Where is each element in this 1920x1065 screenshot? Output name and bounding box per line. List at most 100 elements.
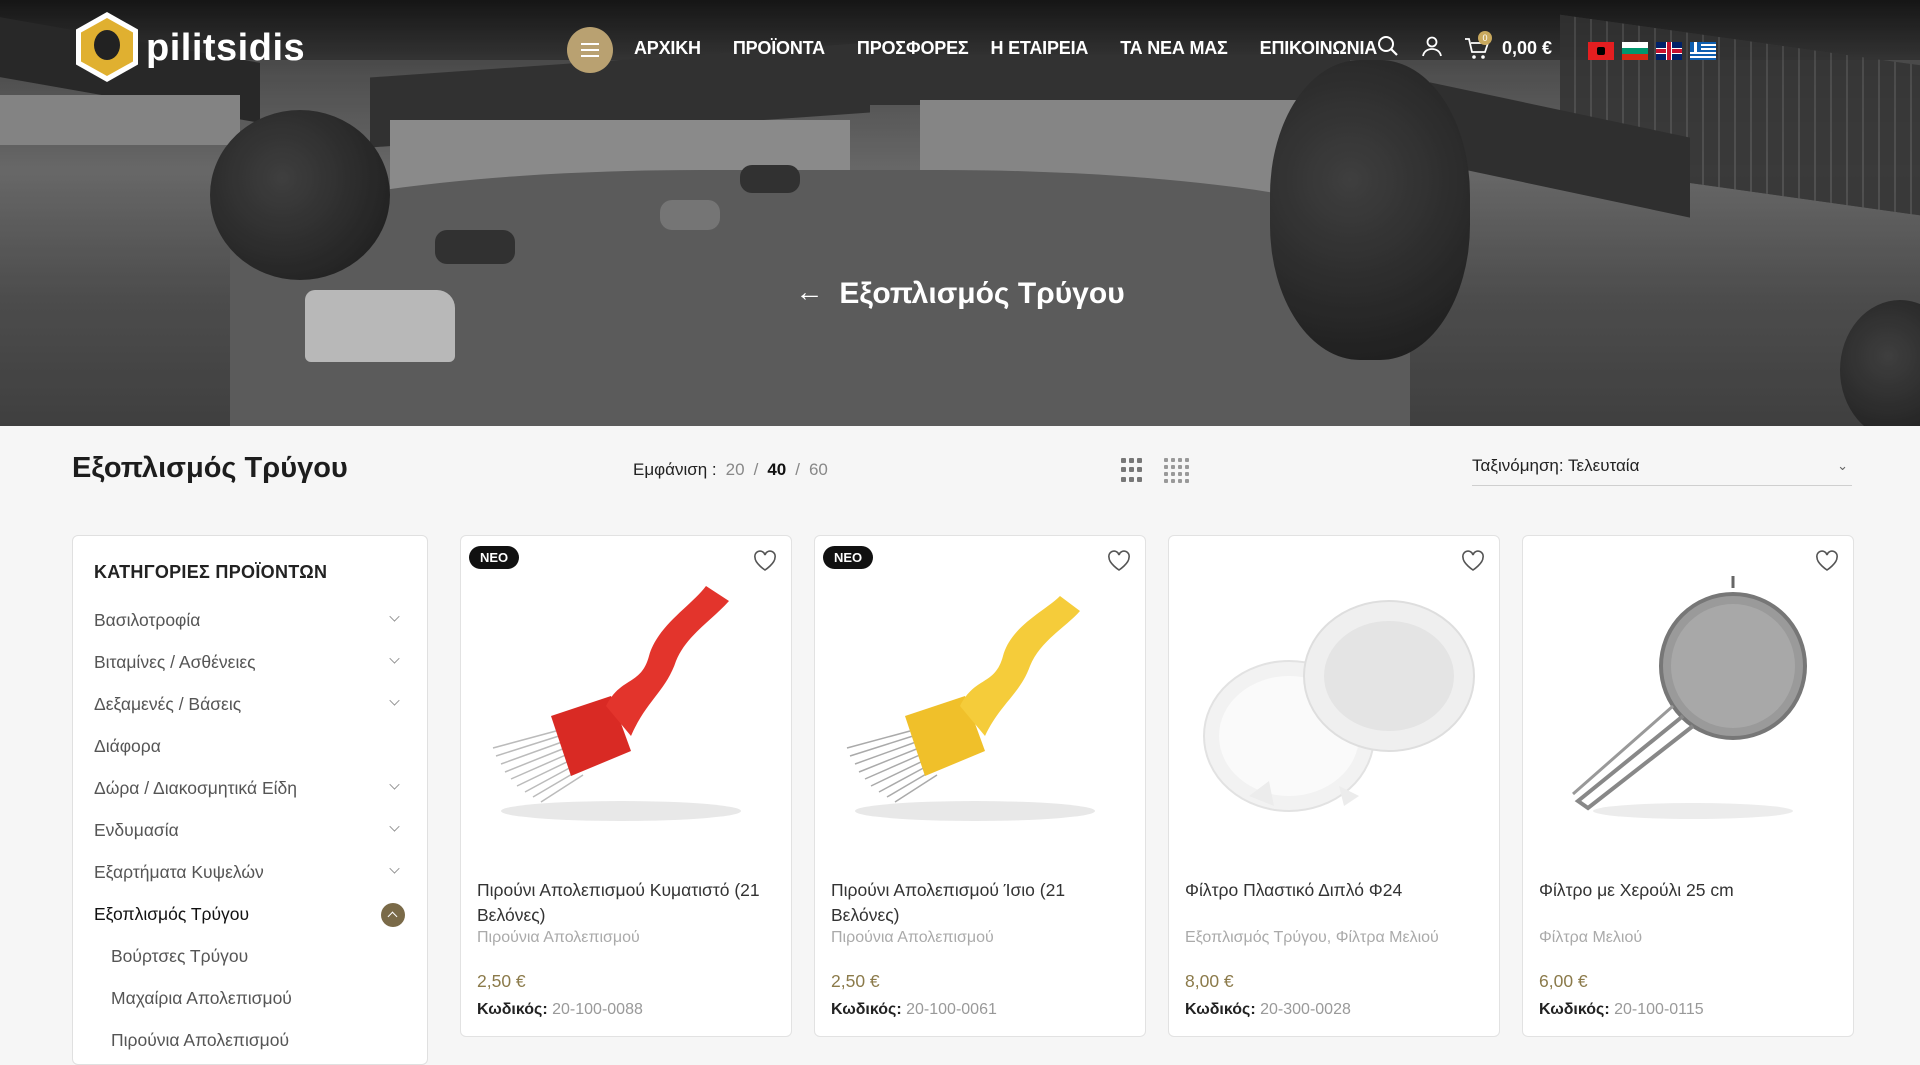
category-label: Δώρα / Διακοσμητικά Είδη	[94, 777, 297, 798]
chevron-down-icon[interactable]	[389, 695, 400, 706]
category-label: Βασιλοτροφία	[94, 609, 201, 630]
per-page-40[interactable]: 40	[767, 460, 786, 480]
language-switcher	[1588, 42, 1716, 60]
category-item-active[interactable]: Εξοπλισμός Τρύγου	[94, 893, 405, 935]
category-label: Εξαρτήματα Κυψελών	[94, 861, 264, 882]
per-page-label: Εμφάνιση :	[633, 460, 717, 479]
category-label: Διάφορα	[94, 735, 161, 756]
category-label: Βιταμίνες / Ασθένειες	[94, 651, 256, 672]
product-code: Κωδικός: 20-100-0115	[1539, 1001, 1704, 1019]
chevron-down-icon[interactable]	[389, 821, 400, 832]
product-category[interactable]: Εξοπλισμός Τρύγου, Φίλτρα Μελιού	[1185, 929, 1439, 947]
product-price: 2,50 €	[477, 971, 526, 991]
hero-title-text: Εξοπλισμός Τρύγου	[839, 277, 1125, 310]
uncapping-fork-wavy-red-image	[492, 586, 741, 821]
nav-home[interactable]: ΑΡΧΙΚΗ	[634, 38, 701, 59]
product-code-value: 20-100-0088	[552, 1001, 643, 1018]
category-item[interactable]: Βιταμίνες / Ασθένειες	[94, 641, 405, 683]
site-header: pilitsidis ΑΡΧΙΚΗ ΠΡΟΪΟΝΤΑ ΠΡΟΣΦΟΡΕΣ Η Ε…	[0, 0, 1920, 100]
cart-total: 0,00 €	[1502, 38, 1553, 58]
user-account-icon[interactable]	[1420, 34, 1444, 63]
product-code: Κωδικός: 20-100-0061	[831, 1001, 997, 1019]
bulgarian-flag-icon[interactable]	[1622, 42, 1648, 60]
product-category[interactable]: Πιρούνια Απολεπισμού	[831, 929, 994, 947]
nav-company[interactable]: Η ΕΤΑΙΡΕΙΑ	[991, 38, 1089, 59]
sort-select[interactable]: Ταξινόμηση: Τελευταία ⌄	[1472, 456, 1852, 486]
subcategory-label: Βούρτσες Τρύγου	[111, 945, 249, 966]
chevron-down-icon[interactable]	[389, 653, 400, 664]
product-price: 8,00 €	[1185, 971, 1234, 991]
albanian-flag-icon[interactable]	[1588, 42, 1614, 60]
bee-logo-icon	[72, 8, 142, 88]
product-name[interactable]: Φίλτρο με Χερούλι 25 cm	[1539, 878, 1839, 903]
chevron-down-icon[interactable]	[389, 611, 400, 622]
categories-sidebar: ΚΑΤΗΓΟΡΙΕΣ ΠΡΟΪΟΝΤΩΝ Βασιλοτροφία Βιταμί…	[72, 535, 428, 1065]
product-name[interactable]: Πιρούνι Απολεπισμού Ίσιο (21 Βελόνες)	[831, 878, 1131, 928]
chevron-down-icon[interactable]	[389, 779, 400, 790]
search-icon[interactable]	[1376, 34, 1400, 63]
category-label: Εξοπλισμός Τρύγου	[94, 903, 250, 924]
subcategory-label: Μαχαίρια Απολεπισμού	[111, 987, 292, 1008]
chevron-up-icon[interactable]	[381, 903, 405, 927]
product-card[interactable]: ΝΕΟ Πιρούνι Απολεπισμού Κυματιστό (21 Βε…	[460, 535, 792, 1037]
separator: /	[795, 460, 800, 479]
category-label: Ενδυμασία	[94, 819, 179, 840]
subcategory-item[interactable]: Βούρτσες Τρύγου	[94, 935, 405, 977]
product-category[interactable]: Φίλτρα Μελιού	[1539, 929, 1642, 947]
logo[interactable]: pilitsidis	[72, 8, 305, 88]
product-card[interactable]: Φίλτρο Πλαστικό Διπλό Φ24 Εξοπλισμός Τρύ…	[1168, 535, 1500, 1037]
subcategory-item[interactable]: Μαχαίρια Απολεπισμού	[94, 977, 405, 1019]
product-code-label: Κωδικός:	[831, 1001, 902, 1018]
plastic-double-filter-image	[1203, 600, 1475, 812]
per-page-60[interactable]: 60	[809, 460, 828, 480]
per-page-20[interactable]: 20	[726, 460, 745, 480]
grid-4-columns-icon[interactable]	[1164, 458, 1189, 483]
uncapping-fork-straight-yellow-image	[846, 596, 1095, 821]
nav-products[interactable]: ΠΡΟΪΟΝΤΑ	[733, 38, 825, 59]
grid-view-toggles	[1121, 458, 1189, 483]
subcategory-item[interactable]: Πιρούνια Απολεπισμού	[94, 1019, 405, 1061]
hamburger-menu-button[interactable]	[567, 27, 613, 73]
subcategory-label: Πιρούνια Απολεπισμού	[111, 1029, 290, 1050]
product-code-label: Κωδικός:	[477, 1001, 548, 1018]
product-name[interactable]: Πιρούνι Απολεπισμού Κυματιστό (21 Βελόνε…	[477, 878, 777, 928]
greek-flag-icon[interactable]	[1690, 42, 1716, 60]
strainer-with-handle-image	[1572, 576, 1807, 819]
product-code-value: 20-100-0061	[906, 1001, 997, 1018]
category-item[interactable]: Διάφορα	[94, 725, 405, 767]
product-card[interactable]: ΝΕΟ Πιρούνι Απολεπισμού Ίσιο (21 Βελόνες…	[814, 535, 1146, 1037]
cart-button[interactable]: 0 0,00 €	[1464, 30, 1553, 61]
grid-3-columns-icon[interactable]	[1121, 458, 1142, 483]
product-code: Κωδικός: 20-300-0028	[1185, 1001, 1351, 1019]
nav-offers[interactable]: ΠΡΟΣΦΟΡΕΣ	[857, 38, 969, 59]
nav-contact[interactable]: ΕΠΙΚΟΙΝΩΝΙΑ	[1260, 38, 1378, 59]
category-item[interactable]: Εξαρτήματα Κυψελών	[94, 851, 405, 893]
category-item[interactable]: Βασιλοτροφία	[94, 599, 405, 641]
back-arrow-icon[interactable]: ←	[795, 276, 823, 308]
category-item[interactable]: Δεξαμενές / Βάσεις	[94, 683, 405, 725]
sort-label: Ταξινόμηση: Τελευταία	[1472, 456, 1640, 475]
product-code-label: Κωδικός:	[1539, 1001, 1610, 1018]
nav-news[interactable]: ΤΑ ΝΕΑ ΜΑΣ	[1120, 38, 1228, 59]
page-title: Εξοπλισμός Τρύγου	[72, 452, 348, 484]
product-category[interactable]: Πιρούνια Απολεπισμού	[477, 929, 640, 947]
category-label: Δεξαμενές / Βάσεις	[94, 693, 242, 714]
category-item[interactable]: Ενδυμασία	[94, 809, 405, 851]
header-tools: 0 0,00 €	[1376, 30, 1553, 63]
product-code-value: 20-100-0115	[1614, 1001, 1704, 1018]
logo-text: pilitsidis	[146, 26, 306, 69]
chevron-down-icon[interactable]	[389, 863, 400, 874]
chevron-down-icon: ⌄	[1837, 458, 1848, 473]
cart-count-badge: 0	[1478, 30, 1492, 45]
separator: /	[753, 460, 759, 479]
product-code-label: Κωδικός:	[1185, 1001, 1256, 1018]
main-nav: ΑΡΧΙΚΗ ΠΡΟΪΟΝΤΑ ΠΡΟΣΦΟΡΕΣ Η ΕΤΑΙΡΕΙΑ ΤΑ …	[634, 38, 1409, 59]
english-flag-icon[interactable]	[1656, 42, 1682, 60]
products-per-page: Εμφάνιση : 20 / 40 / 60	[633, 460, 828, 480]
product-price: 2,50 €	[831, 971, 880, 991]
product-card[interactable]: Φίλτρο με Χερούλι 25 cm Φίλτρα Μελιού 6,…	[1522, 535, 1854, 1037]
product-code: Κωδικός: 20-100-0088	[477, 1001, 643, 1019]
product-name[interactable]: Φίλτρο Πλαστικό Διπλό Φ24	[1185, 878, 1485, 903]
category-item[interactable]: Δώρα / Διακοσμητικά Είδη	[94, 767, 405, 809]
product-code-value: 20-300-0028	[1260, 1001, 1351, 1018]
